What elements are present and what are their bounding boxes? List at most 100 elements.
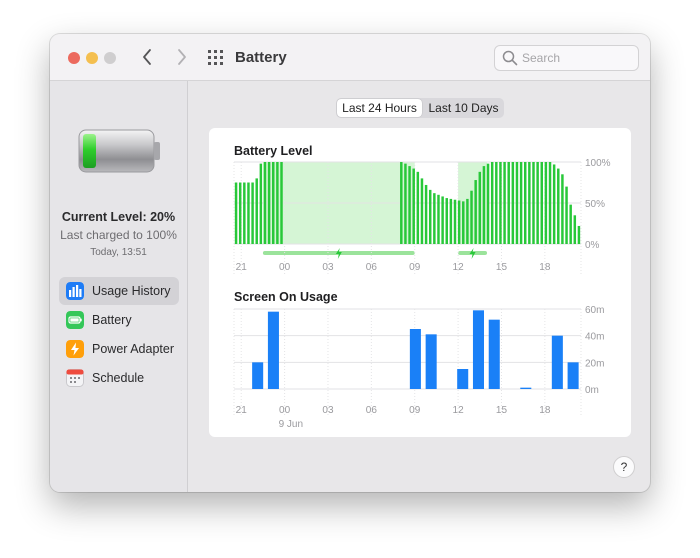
y-tick-label: 0%: [585, 240, 600, 251]
bar: [259, 163, 263, 244]
y-tick-label: 100%: [585, 158, 611, 169]
bar: [577, 225, 581, 244]
x-tick-label: 09: [409, 405, 421, 416]
bar: [449, 198, 453, 244]
x-tick-label: 09: [409, 262, 421, 273]
title-bar: Battery Search: [50, 34, 650, 81]
bar: [445, 198, 448, 244]
bar: [280, 162, 283, 244]
bar: [408, 166, 411, 244]
x-tick-label: 00: [279, 262, 291, 273]
bar: [488, 319, 500, 389]
close-window-button[interactable]: [68, 52, 80, 64]
bar: [495, 162, 498, 244]
bar: [519, 162, 523, 244]
x-tick-label: 21: [236, 262, 248, 273]
bar: [490, 162, 494, 244]
x-tick-label: 03: [322, 262, 334, 273]
sidebar-item-power-adapter[interactable]: Power Adapter: [59, 335, 179, 363]
bar: [569, 204, 572, 244]
bar: [536, 162, 539, 244]
tab-last-10-days[interactable]: Last 10 Days: [424, 99, 503, 117]
bar: [263, 162, 267, 244]
tab-last-24-hours[interactable]: Last 24 Hours: [337, 99, 422, 117]
charging-bolt-icon: [335, 248, 342, 259]
preferences-window: Battery Search Current Level: 20% Last c…: [50, 34, 650, 492]
search-placeholder: Search: [522, 51, 561, 65]
sidebar-item-usage-history[interactable]: Usage History: [59, 277, 179, 305]
bar: [412, 168, 415, 244]
bar: [528, 162, 531, 244]
time-range-segmented-control: Last 24 Hours Last 10 Days: [336, 98, 504, 118]
bar: [532, 162, 535, 244]
bar: [499, 162, 502, 244]
bar: [515, 162, 519, 244]
bar: [238, 182, 242, 244]
minimize-window-button[interactable]: [86, 52, 98, 64]
y-tick-label: 0m: [585, 385, 599, 396]
search-icon: [502, 50, 518, 66]
sidebar-item-label: Battery: [92, 313, 132, 327]
bar: [503, 162, 506, 244]
forward-chevron-icon[interactable]: [168, 44, 194, 70]
bar: [400, 162, 403, 244]
bar: [255, 178, 258, 244]
y-tick-label: 60m: [585, 305, 604, 316]
back-chevron-icon[interactable]: [135, 44, 161, 70]
bar: [247, 182, 250, 244]
help-button[interactable]: ?: [613, 456, 635, 478]
show-all-grid-icon[interactable]: [208, 50, 224, 66]
last-charged: Last charged to 100%: [60, 228, 177, 242]
bar: [551, 335, 563, 389]
bar: [486, 163, 490, 244]
bar: [416, 171, 420, 244]
search-field[interactable]: Search: [494, 45, 639, 71]
date-label: 9 Jun: [279, 419, 303, 430]
zoom-window-button[interactable]: [104, 52, 116, 64]
y-tick-label: 20m: [585, 358, 604, 369]
bar: [552, 164, 556, 244]
bar: [234, 182, 238, 244]
bar: [409, 329, 421, 389]
x-tick-label: 15: [496, 405, 508, 416]
x-tick-label: 21: [236, 405, 248, 416]
x-tick-label: 12: [453, 405, 465, 416]
bar: [267, 162, 271, 244]
sidebar-item-label: Power Adapter: [92, 342, 174, 356]
bar: [540, 162, 543, 244]
bar: [567, 362, 579, 389]
power-adapter-icon: [66, 340, 84, 358]
bar: [252, 362, 264, 389]
bar: [457, 200, 461, 244]
bar: [272, 162, 275, 244]
bar: [462, 201, 465, 244]
bar: [276, 162, 279, 244]
sidebar: Current Level: 20% Last charged to 100% …: [50, 81, 188, 492]
bar: [482, 166, 486, 244]
y-tick-label: 50%: [585, 199, 605, 210]
x-tick-label: 06: [366, 405, 378, 416]
bar: [425, 334, 437, 389]
sidebar-item-schedule[interactable]: Schedule: [59, 364, 179, 392]
x-tick-label: 18: [539, 405, 551, 416]
bar: [457, 369, 469, 389]
bar: [251, 182, 254, 244]
bar: [544, 162, 548, 244]
bar: [453, 199, 457, 244]
bar: [267, 311, 279, 389]
window-title: Battery: [235, 49, 287, 66]
sidebar-item-label: Usage History: [92, 284, 171, 298]
bar: [437, 194, 440, 244]
bar: [441, 196, 444, 244]
sidebar-item-battery[interactable]: Battery: [59, 306, 179, 334]
bar: [433, 193, 436, 244]
x-tick-label: 03: [322, 405, 334, 416]
bar: [243, 182, 246, 244]
x-tick-label: 15: [496, 262, 508, 273]
bar: [420, 178, 424, 244]
x-tick-label: 06: [366, 262, 378, 273]
screen-on-usage-chart: 60m 40m 20m 0m 21 00 03 06 09 12 15 18 9 Jun: [233, 305, 604, 430]
bar: [523, 162, 527, 244]
current-level: Current Level: 20%: [61, 210, 176, 224]
bar: [428, 189, 432, 244]
